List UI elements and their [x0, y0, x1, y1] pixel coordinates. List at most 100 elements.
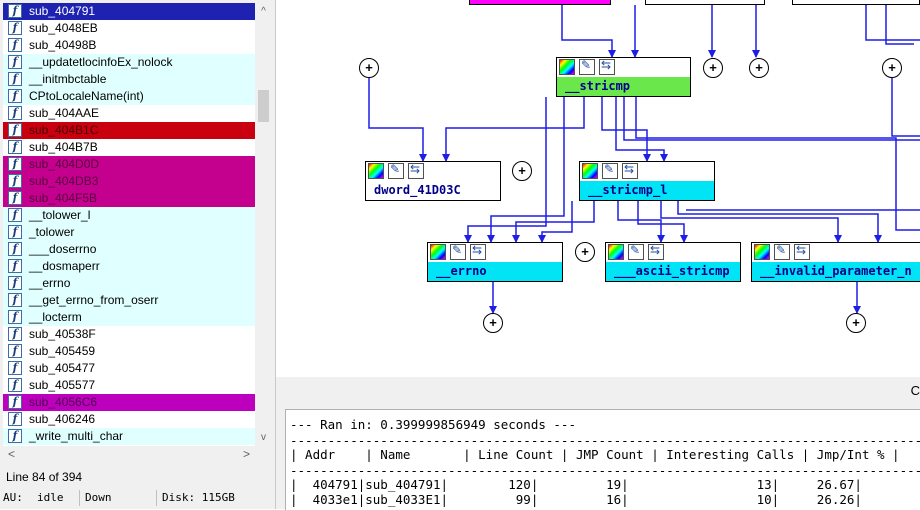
- graph-node-invalid[interactable]: __invalid_parameter_n: [751, 242, 920, 282]
- color-picker-icon[interactable]: [430, 244, 446, 260]
- function-list-horizontal-scrollbar[interactable]: < >: [3, 446, 255, 463]
- function-name: __initmbctable: [29, 72, 107, 86]
- table-header-row: | Addr | Name | Line Count | JMP Count |…: [290, 447, 900, 462]
- scroll-left-arrow-icon[interactable]: <: [3, 446, 20, 463]
- function-list-item[interactable]: f sub_404F5B: [3, 190, 255, 207]
- function-icon: f: [8, 123, 22, 137]
- function-list-item[interactable]: f __initmbctable: [3, 71, 255, 88]
- function-list-item[interactable]: f __updatetlocinfoEx_nolock: [3, 54, 255, 71]
- function-list-vertical-scrollbar[interactable]: ^ v: [255, 3, 272, 446]
- output-console[interactable]: --- Ran in: 0.399999856949 seconds --- -…: [285, 409, 920, 510]
- function-list-item[interactable]: f ___doserrno: [3, 241, 255, 258]
- color-picker-icon[interactable]: [582, 163, 598, 179]
- expand-node-icon[interactable]: +: [359, 58, 379, 78]
- call-edge: [865, 5, 920, 41]
- function-name: __tolower_l: [29, 208, 91, 222]
- graph-node-errno[interactable]: __errno: [427, 242, 563, 282]
- expand-node-icon[interactable]: +: [846, 313, 866, 333]
- disk-space: Disk: 115GB: [162, 491, 235, 504]
- function-list-item[interactable]: f CPtoLocaleName(int): [3, 88, 255, 105]
- graph-node-partial[interactable]: [645, 0, 765, 5]
- graph-view[interactable]: __stricmp dword_41D03C __stricmp_l __errno _…: [276, 0, 920, 377]
- function-list-item[interactable]: f sub_404D0D: [3, 156, 255, 173]
- rename-icon[interactable]: [602, 162, 618, 179]
- vertical-scroll-thumb[interactable]: [258, 90, 269, 122]
- xrefs-icon[interactable]: [408, 162, 424, 179]
- graph-node-stricmp_l[interactable]: __stricmp_l: [579, 161, 715, 201]
- function-icon: f: [8, 361, 22, 375]
- function-list-item[interactable]: f sub_404791: [3, 3, 255, 20]
- function-icon: f: [8, 174, 22, 188]
- function-list-item[interactable]: f sub_40498B: [3, 37, 255, 54]
- graph-node-dword[interactable]: dword_41D03C: [365, 161, 501, 201]
- node-label: dword_41D03C: [366, 181, 500, 200]
- function-list-item[interactable]: f sub_404B1C: [3, 122, 255, 139]
- function-list-item[interactable]: f __dosmaperr: [3, 258, 255, 275]
- function-list-item[interactable]: f sub_40538F: [3, 326, 255, 343]
- graph-node-stricmp[interactable]: __stricmp: [556, 57, 691, 97]
- status-separator: [156, 490, 157, 506]
- expand-node-icon[interactable]: +: [483, 313, 503, 333]
- function-list-item[interactable]: f sub_4056C6: [3, 394, 255, 411]
- call-edge: [512, 201, 595, 243]
- table-divider: ----------------------------------------…: [290, 433, 920, 448]
- color-picker-icon[interactable]: [368, 163, 384, 179]
- color-picker-icon[interactable]: [608, 244, 624, 260]
- function-list-item[interactable]: f sub_405477: [3, 360, 255, 377]
- function-icon: f: [8, 395, 22, 409]
- rename-icon[interactable]: [774, 243, 790, 260]
- function-list-item[interactable]: f __get_errno_from_oserr: [3, 292, 255, 309]
- function-list-item[interactable]: f sub_404DB3: [3, 173, 255, 190]
- function-name: sub_404D0D: [29, 157, 100, 171]
- rename-icon[interactable]: [579, 58, 595, 75]
- rename-icon[interactable]: [628, 243, 644, 260]
- function-list-item[interactable]: f sub_4048EB: [3, 20, 255, 37]
- scroll-up-arrow-icon[interactable]: ^: [255, 3, 272, 20]
- rename-icon[interactable]: [388, 162, 404, 179]
- function-icon: f: [8, 242, 22, 256]
- scroll-down-arrow-icon[interactable]: v: [255, 429, 272, 446]
- graph-node-ascii[interactable]: ___ascii_stricmp: [605, 242, 741, 282]
- function-icon: f: [8, 310, 22, 324]
- function-list-item[interactable]: f sub_405459: [3, 343, 255, 360]
- expand-node-icon[interactable]: +: [512, 161, 532, 181]
- function-list: f sub_404791 f sub_4048EB f sub_40498B f __upda…: [3, 3, 255, 446]
- call-edge: [677, 201, 882, 243]
- function-list-item[interactable]: f sub_404AAE: [3, 105, 255, 122]
- rename-icon[interactable]: [450, 243, 466, 260]
- xrefs-icon[interactable]: [622, 162, 638, 179]
- pane-control[interactable]: C: [911, 383, 920, 398]
- function-list-item[interactable]: f sub_404B7B: [3, 139, 255, 156]
- function-name: sub_405477: [29, 361, 96, 375]
- expand-node-icon[interactable]: +: [575, 242, 595, 262]
- function-icon: f: [8, 55, 22, 69]
- scroll-right-arrow-icon[interactable]: >: [238, 446, 255, 463]
- function-list-item[interactable]: f sub_406246: [3, 411, 255, 428]
- color-picker-icon[interactable]: [559, 59, 575, 75]
- function-list-item[interactable]: f _tolower: [3, 224, 255, 241]
- call-edge: [561, 5, 616, 58]
- expand-node-icon[interactable]: +: [703, 58, 723, 78]
- xrefs-icon[interactable]: [599, 58, 615, 75]
- function-list-item[interactable]: f __locterm: [3, 309, 255, 326]
- xrefs-icon[interactable]: [470, 243, 486, 260]
- function-name: sub_405577: [29, 378, 96, 392]
- graph-node-partial[interactable]: [469, 0, 611, 5]
- color-picker-icon[interactable]: [754, 244, 770, 260]
- function-icon: f: [8, 259, 22, 273]
- output-panel: --- Ran in: 0.399999856949 seconds --- -…: [276, 401, 920, 510]
- function-list-item[interactable]: f __errno: [3, 275, 255, 292]
- function-name: sub_4048EB: [29, 21, 98, 35]
- xrefs-icon[interactable]: [794, 243, 810, 260]
- xrefs-icon[interactable]: [648, 243, 664, 260]
- function-name: sub_406246: [29, 412, 96, 426]
- function-list-item[interactable]: f __tolower_l: [3, 207, 255, 224]
- function-list-item[interactable]: f _write_multi_char: [3, 428, 255, 445]
- function-icon: f: [8, 208, 22, 222]
- function-list-item[interactable]: f sub_405577: [3, 377, 255, 394]
- function-name: __updatetlocinfoEx_nolock: [29, 55, 173, 69]
- expand-node-icon[interactable]: +: [882, 58, 902, 78]
- node-label: __errno: [428, 262, 562, 281]
- expand-node-icon[interactable]: +: [749, 58, 769, 78]
- graph-node-partial[interactable]: [792, 0, 920, 5]
